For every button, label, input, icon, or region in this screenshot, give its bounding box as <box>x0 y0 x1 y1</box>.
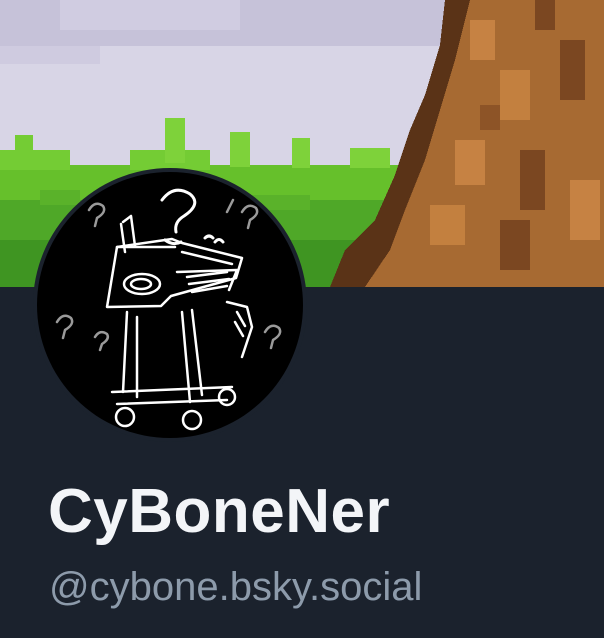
user-handle: @cybone.bsky.social <box>49 565 423 609</box>
display-name: CyBoneNer <box>48 477 391 546</box>
avatar[interactable] <box>33 168 307 442</box>
confused-robot-sketch-icon <box>55 188 282 431</box>
profile-page: CyBoneNer @cybone.bsky.social <box>0 0 604 638</box>
avatar-image <box>37 172 303 438</box>
